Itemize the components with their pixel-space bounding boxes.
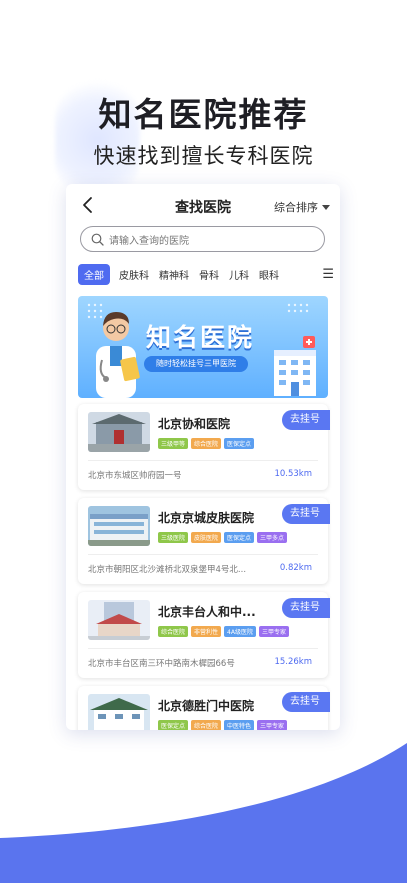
hospital-card[interactable]: 北京协和医院 去挂号 三级甲等 综合医院 医保定点 北京市东城区帅府园一号 10…: [78, 404, 330, 490]
tab-psychiatry[interactable]: 精神科: [159, 267, 189, 282]
hospital-photo: [88, 506, 150, 546]
tag: 三级医院: [158, 532, 189, 543]
tag: 三甲专家: [257, 720, 288, 730]
hero-subtitle: 快速找到擅长专科医院: [93, 144, 314, 168]
tag: 非营利性: [191, 626, 222, 637]
search-icon: [91, 233, 104, 246]
tab-pediatrics[interactable]: 儿科: [229, 267, 249, 282]
hospital-card[interactable]: 北京京城皮肤医院 去挂号 三级医院 皮肤医院 医保定点 三甲多点 北京市朝阳区北…: [78, 498, 330, 584]
menu-icon[interactable]: ☰: [322, 267, 334, 282]
hospital-distance: 10.53km: [274, 469, 312, 479]
hospital-photo: [88, 600, 150, 640]
tag: 三甲专家: [258, 626, 289, 637]
hospital-address: 北京市丰台区南三环中路南木樨园66号: [88, 659, 235, 669]
tag: 三级甲等: [158, 438, 189, 449]
banner-subtitle: 随时轻松挂号三甲医院: [144, 356, 248, 372]
hospital-tags: 三级甲等 综合医院 医保定点: [158, 438, 255, 449]
tag: 三甲多点: [257, 532, 288, 543]
hero-title: 知名医院推荐: [98, 95, 309, 134]
tag: 综合医院: [191, 720, 222, 730]
tag: 综合医院: [191, 438, 222, 449]
hospital-tags: 三级医院 皮肤医院 医保定点 三甲多点: [158, 532, 288, 543]
tag: 4A级医院: [224, 626, 256, 637]
hospital-photo: [88, 412, 150, 452]
divider: [88, 460, 318, 461]
decorative-dots: [287, 303, 309, 313]
divider: [88, 554, 318, 555]
tab-all[interactable]: 全部: [78, 263, 110, 285]
register-button[interactable]: 去挂号: [282, 504, 330, 524]
hospital-name: 北京丰台人和中...: [158, 605, 256, 619]
tab-dermatology[interactable]: 皮肤科: [119, 267, 149, 282]
tag: 综合医院: [158, 626, 189, 637]
hospital-name: 北京京城皮肤医院: [158, 511, 255, 525]
phone-screen: 查找医院 综合排序 请输入查询的医院 全部 皮肤科 精神科 骨科 儿科 眼科 ☰: [66, 184, 340, 730]
category-tabs: 全部 皮肤科 精神科 骨科 儿科 眼科 ☰: [78, 263, 334, 285]
tag: 医保定点: [224, 532, 255, 543]
hospital-tags: 医保定点 综合医院 中医特色 三甲专家: [158, 720, 288, 730]
hospital-list: 北京协和医院 去挂号 三级甲等 综合医院 医保定点 北京市东城区帅府园一号 10…: [78, 404, 330, 730]
hospital-card[interactable]: 北京丰台人和中... 去挂号 综合医院 非营利性 4A级医院 三甲专家 北京市丰…: [78, 592, 330, 678]
hospital-distance: 0.82km: [279, 563, 312, 573]
tab-orthopedics[interactable]: 骨科: [199, 267, 219, 282]
sort-label: 综合排序: [274, 201, 318, 214]
search-input[interactable]: 请输入查询的医院: [80, 226, 325, 252]
hospital-address: 北京市朝阳区北沙滩桥北双泉堡甲4号北...: [88, 565, 247, 575]
tag: 中医特色: [224, 720, 255, 730]
tag: 医保定点: [158, 720, 189, 730]
hospital-photo: [88, 694, 150, 730]
divider: [88, 648, 318, 649]
register-button[interactable]: 去挂号: [282, 410, 330, 430]
tag: 皮肤医院: [191, 532, 222, 543]
navigation-bar: 查找医院 综合排序: [66, 184, 340, 228]
hospital-name: 北京德胜门中医院: [158, 699, 255, 713]
tab-ophthalmology[interactable]: 眼科: [259, 267, 279, 282]
register-button[interactable]: 去挂号: [282, 692, 330, 712]
bottom-wave: [0, 743, 407, 883]
caret-down-icon: [322, 204, 330, 210]
hospital-distance: 15.26km: [274, 657, 312, 667]
hospital-name: 北京协和医院: [158, 417, 231, 431]
banner-title: 知名医院: [146, 323, 255, 352]
register-button[interactable]: 去挂号: [282, 598, 330, 618]
hospital-tags: 综合医院 非营利性 4A级医院 三甲专家: [158, 626, 289, 637]
hospital-building-icon: [274, 336, 316, 396]
tag: 医保定点: [224, 438, 255, 449]
hospital-card[interactable]: 北京德胜门中医院 去挂号 医保定点 综合医院 中医特色 三甲专家: [78, 686, 330, 730]
doctor-illustration: [96, 312, 140, 398]
promo-banner[interactable]: 知名医院 随时轻松挂号三甲医院: [78, 296, 328, 398]
search-placeholder: 请输入查询的医院: [109, 235, 189, 247]
sort-dropdown[interactable]: 综合排序: [274, 199, 330, 215]
hospital-address: 北京市东城区帅府园一号: [88, 471, 182, 481]
